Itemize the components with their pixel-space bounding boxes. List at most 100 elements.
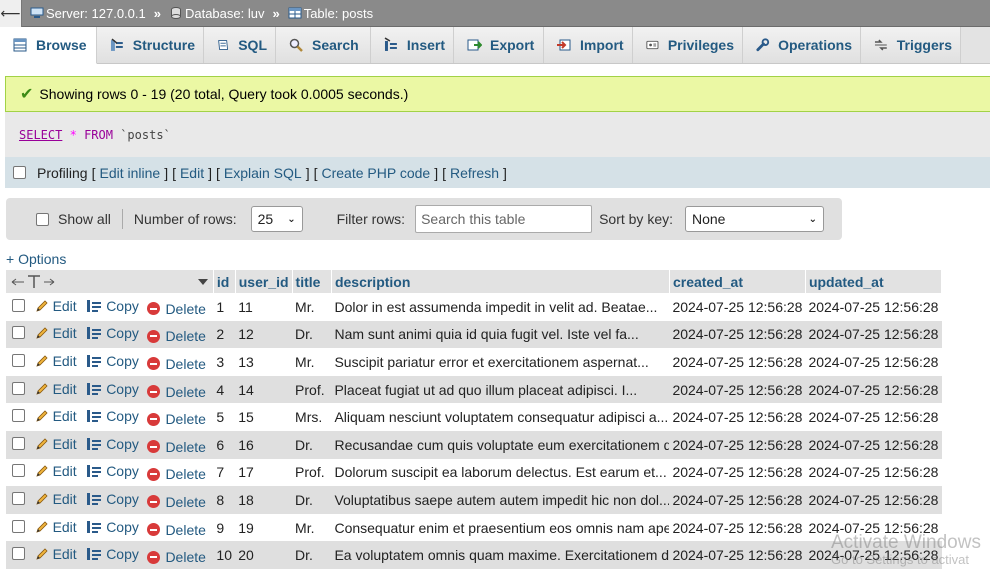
- edit-button[interactable]: Edit: [35, 546, 77, 562]
- cell-updated-at[interactable]: 2024-07-25 12:56:28: [805, 486, 942, 514]
- row-checkbox[interactable]: [12, 381, 26, 395]
- cell-updated-at[interactable]: 2024-07-25 12:56:28: [805, 320, 942, 349]
- breadcrumb-database[interactable]: Database: luv: [169, 6, 265, 21]
- column-header-updated-at[interactable]: updated_at: [805, 270, 943, 293]
- cell-title[interactable]: Mr.: [292, 513, 332, 542]
- cell-created-at[interactable]: 2024-07-25 12:56:28: [669, 541, 806, 569]
- cell-created-at[interactable]: 2024-07-25 12:56:28: [669, 458, 806, 487]
- cell-description[interactable]: Recusandae cum quis voluptate eum exerci…: [331, 430, 670, 459]
- row-checkbox[interactable]: [12, 519, 26, 533]
- copy-button[interactable]: Copy: [86, 491, 139, 507]
- edit-button[interactable]: Edit: [35, 519, 77, 535]
- sql-keyword-select[interactable]: SELECT: [19, 128, 62, 142]
- delete-button[interactable]: Delete: [147, 356, 206, 372]
- cell-title[interactable]: Prof.: [292, 458, 332, 487]
- row-checkbox[interactable]: [12, 436, 26, 450]
- cell-user-id[interactable]: 19: [235, 513, 293, 542]
- delete-button[interactable]: Delete: [147, 411, 206, 427]
- edit-button[interactable]: Edit: [35, 298, 77, 314]
- cell-updated-at[interactable]: 2024-07-25 12:56:28: [805, 430, 942, 459]
- breadcrumb-table-label[interactable]: Table: posts: [304, 6, 373, 21]
- cell-title[interactable]: Dr.: [292, 430, 332, 459]
- cell-created-at[interactable]: 2024-07-25 12:56:28: [669, 403, 806, 431]
- cell-description[interactable]: Placeat fugiat ut ad quo illum placeat a…: [331, 375, 670, 404]
- copy-button[interactable]: Copy: [86, 436, 139, 452]
- cell-description[interactable]: Consequatur enim et praesentium eos omni…: [331, 513, 670, 542]
- delete-button[interactable]: Delete: [147, 494, 206, 510]
- cell-description[interactable]: Suscipit pariatur error et exercitatione…: [331, 348, 670, 376]
- column-header-created-at[interactable]: created_at: [669, 270, 806, 293]
- breadcrumb-database-label[interactable]: Database: luv: [185, 6, 265, 21]
- copy-button[interactable]: Copy: [86, 546, 139, 562]
- copy-button[interactable]: Copy: [86, 519, 139, 535]
- options-link[interactable]: + Options: [6, 251, 66, 267]
- cell-id[interactable]: 8: [213, 486, 236, 514]
- tab-import[interactable]: Import: [544, 27, 633, 63]
- row-checkbox[interactable]: [12, 491, 26, 505]
- sort-by-key-select[interactable]: None ⌄: [685, 206, 824, 232]
- cell-title[interactable]: Mr.: [292, 293, 332, 321]
- tab-browse[interactable]: Browse: [0, 27, 97, 64]
- cell-title[interactable]: Dr.: [292, 486, 332, 514]
- cell-user-id[interactable]: 11: [235, 293, 293, 321]
- cell-title[interactable]: Prof.: [292, 375, 332, 404]
- copy-button[interactable]: Copy: [86, 408, 139, 424]
- cell-created-at[interactable]: 2024-07-25 12:56:28: [669, 348, 806, 376]
- cell-id[interactable]: 6: [213, 430, 236, 459]
- cell-created-at[interactable]: 2024-07-25 12:56:28: [669, 430, 806, 459]
- edit-link[interactable]: Edit: [180, 165, 204, 181]
- cell-updated-at[interactable]: 2024-07-25 12:56:28: [805, 458, 942, 487]
- delete-button[interactable]: Delete: [147, 328, 206, 344]
- cell-description[interactable]: Voluptatibus saepe autem autem impedit h…: [331, 486, 670, 514]
- breadcrumb-server[interactable]: Server: 127.0.0.1: [30, 6, 146, 21]
- cell-updated-at[interactable]: 2024-07-25 12:56:28: [805, 375, 942, 404]
- cell-description[interactable]: Nam sunt animi quia id quia fugit vel. I…: [331, 320, 670, 349]
- cell-id[interactable]: 9: [213, 513, 236, 542]
- edit-button[interactable]: Edit: [35, 381, 77, 397]
- cell-description[interactable]: Aliquam nesciunt voluptatem consequatur …: [331, 403, 670, 431]
- resize-columns-icon[interactable]: [10, 274, 56, 290]
- cell-id[interactable]: 1: [213, 293, 236, 321]
- row-checkbox[interactable]: [12, 409, 26, 423]
- row-checkbox[interactable]: [12, 547, 26, 561]
- cell-created-at[interactable]: 2024-07-25 12:56:28: [669, 486, 806, 514]
- refresh-link[interactable]: Refresh: [450, 165, 499, 181]
- cell-user-id[interactable]: 20: [235, 541, 293, 569]
- cell-id[interactable]: 7: [213, 458, 236, 487]
- cell-created-at[interactable]: 2024-07-25 12:56:28: [669, 513, 806, 542]
- copy-button[interactable]: Copy: [86, 381, 139, 397]
- cell-user-id[interactable]: 13: [235, 348, 293, 376]
- delete-button[interactable]: Delete: [147, 439, 206, 455]
- edit-button[interactable]: Edit: [35, 408, 77, 424]
- cell-created-at[interactable]: 2024-07-25 12:56:28: [669, 293, 806, 321]
- cell-user-id[interactable]: 12: [235, 320, 293, 349]
- cell-user-id[interactable]: 18: [235, 486, 293, 514]
- delete-button[interactable]: Delete: [147, 466, 206, 482]
- cell-updated-at[interactable]: 2024-07-25 12:56:28: [805, 293, 942, 321]
- cell-title[interactable]: Mrs.: [292, 403, 332, 431]
- rows-per-page-select[interactable]: 25 ⌄: [250, 206, 303, 232]
- copy-button[interactable]: Copy: [86, 463, 139, 479]
- breadcrumb-server-label[interactable]: Server: 127.0.0.1: [46, 6, 146, 21]
- cell-title[interactable]: Mr.: [292, 348, 332, 376]
- row-checkbox[interactable]: [12, 353, 26, 367]
- cell-description[interactable]: Dolor in est assumenda impedit in velit …: [331, 293, 670, 321]
- show-all-checkbox[interactable]: [36, 212, 49, 226]
- tab-structure[interactable]: Structure: [97, 27, 204, 63]
- tab-triggers[interactable]: Triggers: [861, 27, 961, 63]
- delete-button[interactable]: Delete: [147, 384, 206, 400]
- cell-user-id[interactable]: 15: [235, 403, 293, 431]
- cell-user-id[interactable]: 14: [235, 375, 293, 404]
- edit-button[interactable]: Edit: [35, 353, 77, 369]
- edit-button[interactable]: Edit: [35, 463, 77, 479]
- cell-id[interactable]: 5: [213, 403, 236, 431]
- edit-button[interactable]: Edit: [35, 325, 77, 341]
- row-checkbox[interactable]: [12, 464, 26, 478]
- cell-description[interactable]: Dolorum suscipit ea laborum delectus. Es…: [331, 458, 670, 487]
- cell-description[interactable]: Ea voluptatem omnis quam maxime. Exercit…: [331, 541, 670, 569]
- cell-created-at[interactable]: 2024-07-25 12:56:28: [669, 320, 806, 349]
- cell-title[interactable]: Dr.: [292, 541, 332, 569]
- explain-sql-link[interactable]: Explain SQL: [224, 165, 302, 181]
- cell-title[interactable]: Dr.: [292, 320, 332, 349]
- column-header-description[interactable]: description: [331, 270, 670, 293]
